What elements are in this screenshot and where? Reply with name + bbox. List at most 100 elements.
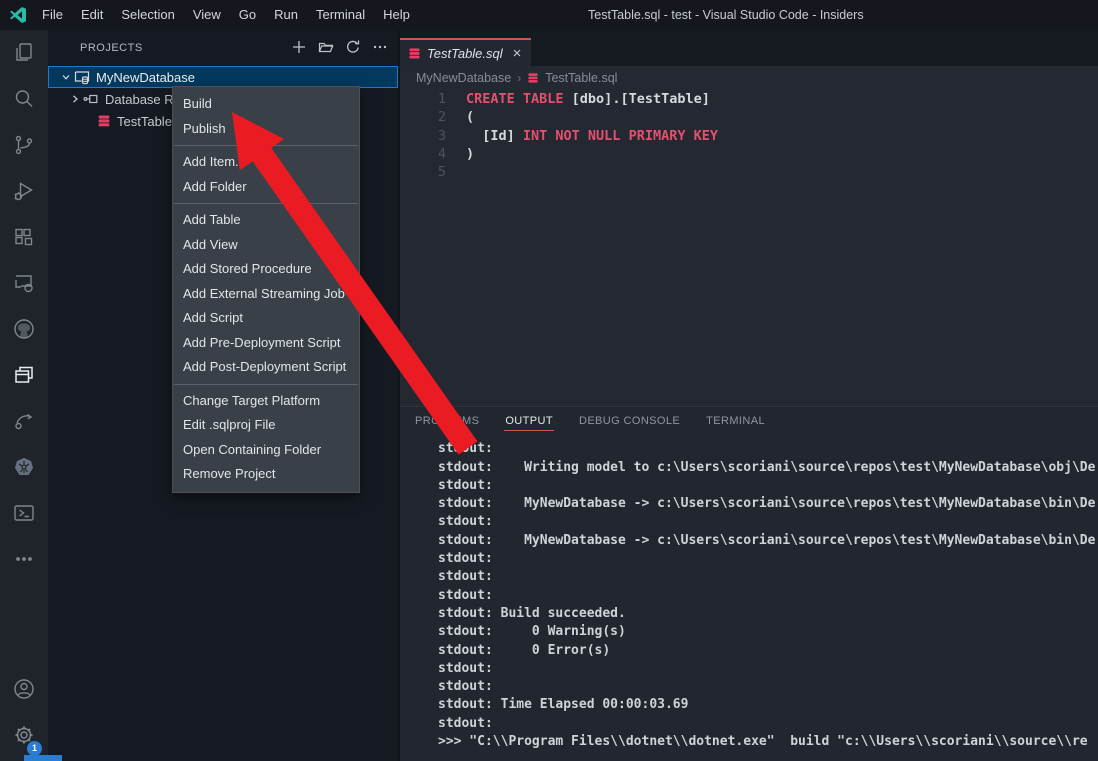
bottom-blue-strip <box>24 755 62 761</box>
menubar-item[interactable]: File <box>33 0 72 30</box>
output-line: stdout: <box>438 550 1098 568</box>
projects-view-icon[interactable] <box>0 352 48 398</box>
panel-tab[interactable]: DEBUG CONSOLE <box>578 410 681 431</box>
explorer-icon[interactable] <box>0 30 48 76</box>
code-line: 1 CREATE TABLE [dbo].[TestTable] <box>400 90 1098 108</box>
breadcrumb-separator-icon: › <box>517 71 521 85</box>
chevron-right-icon[interactable] <box>67 94 83 104</box>
more-actions-icon[interactable] <box>372 39 388 55</box>
powershell-icon[interactable] <box>0 490 48 536</box>
menubar-item[interactable]: Go <box>230 0 265 30</box>
context-menu-item[interactable]: Change Target Platform <box>173 389 359 414</box>
output-line: stdout: <box>438 477 1098 495</box>
output-line: >>> "C:\\Program Files\\dotnet\\dotnet.e… <box>438 733 1098 751</box>
context-menu-item[interactable]: Add Pre-Deployment Script <box>173 331 359 356</box>
pipelines-icon[interactable] <box>0 398 48 444</box>
tab-label: TestTable.sql <box>427 46 503 61</box>
context-menu-item[interactable]: Open Containing Folder <box>173 438 359 463</box>
menubar-item[interactable]: Run <box>265 0 307 30</box>
code-line: 5 <box>400 163 1098 181</box>
accounts-icon[interactable] <box>0 666 48 712</box>
refresh-icon[interactable] <box>345 39 361 55</box>
panel-tab[interactable]: PROBLEMS <box>414 410 480 431</box>
breadcrumb: MyNewDatabase › TestTable.sql <box>400 66 1098 90</box>
output-line: stdout: Writing model to c:\Users\scoria… <box>438 459 1098 477</box>
kubernetes-icon[interactable] <box>0 444 48 490</box>
menu-separator <box>174 145 358 146</box>
panel-tab[interactable]: TERMINAL <box>705 410 766 431</box>
output-console[interactable]: stdout:stdout:stdout: Writing model to c… <box>400 434 1098 761</box>
open-project-folder-icon[interactable] <box>318 39 334 55</box>
menubar-item[interactable]: Help <box>374 0 419 30</box>
output-line: stdout: 0 Error(s) <box>438 642 1098 660</box>
context-menu-item[interactable]: Add External Streaming Job <box>173 282 359 307</box>
database-file-icon <box>527 72 539 84</box>
breadcrumb-file[interactable]: TestTable.sql <box>545 71 617 85</box>
context-menu-item[interactable]: Add Post-Deployment Script <box>173 355 359 380</box>
menubar-item[interactable]: Terminal <box>307 0 374 30</box>
sidebar-editor-divider[interactable] <box>398 30 400 761</box>
context-menu-item[interactable]: Build <box>173 92 359 117</box>
context-menu-item[interactable]: Add Stored Procedure <box>173 257 359 282</box>
menubar-item[interactable]: Selection <box>112 0 183 30</box>
settings-badge: 1 <box>27 741 42 756</box>
run-and-debug-icon[interactable] <box>0 168 48 214</box>
reference-icon <box>83 92 99 106</box>
sidebar-header: PROJECTS <box>48 30 398 64</box>
line-number: 5 <box>400 163 466 181</box>
code-line: 3 [Id] INT NOT NULL PRIMARY KEY <box>400 127 1098 145</box>
output-line: stdout: <box>438 568 1098 586</box>
settings-gear-icon[interactable]: 1 <box>0 712 48 758</box>
context-menu-item[interactable]: Add Folder <box>173 175 359 200</box>
panel-tabs: PROBLEMS OUTPUT DEBUG CONSOLE TERMINAL <box>400 407 1098 434</box>
context-menu-item[interactable]: Add Script <box>173 306 359 331</box>
search-icon[interactable] <box>0 76 48 122</box>
output-line: stdout: <box>438 440 1098 458</box>
menu-separator <box>174 203 358 204</box>
more-views-icon[interactable] <box>0 536 48 582</box>
line-number: 3 <box>400 127 466 145</box>
output-line: stdout: Build succeeded. <box>438 605 1098 623</box>
sql-server-icon[interactable] <box>0 260 48 306</box>
project-context-menu: BuildPublish Add Item...Add Folder Add Tab… <box>172 86 360 493</box>
activity-bar: 1 <box>0 30 48 761</box>
output-line: stdout: Time Elapsed 00:00:03.69 <box>438 696 1098 714</box>
code-editor[interactable]: 1 CREATE TABLE [dbo].[TestTable] 2 ( 3 [… <box>400 90 1098 181</box>
extensions-icon[interactable] <box>0 214 48 260</box>
window-title: TestTable.sql - test - Visual Studio Cod… <box>588 0 864 30</box>
context-menu-item[interactable]: Publish <box>173 117 359 142</box>
database-project-icon <box>74 70 90 85</box>
menubar-item[interactable]: View <box>184 0 230 30</box>
sidebar-title: PROJECTS <box>80 42 143 54</box>
code-line: 4 ) <box>400 145 1098 163</box>
context-menu-item[interactable]: Add View <box>173 233 359 258</box>
github-icon[interactable] <box>0 306 48 352</box>
source-control-icon[interactable] <box>0 122 48 168</box>
add-project-icon[interactable] <box>291 39 307 55</box>
bottom-panel: PROBLEMS OUTPUT DEBUG CONSOLE TERMINAL stdo… <box>400 406 1098 761</box>
context-menu-item[interactable]: Add Item... <box>173 150 359 175</box>
context-menu-item[interactable]: Add Table <box>173 208 359 233</box>
tab-testtable-sql[interactable]: TestTable.sql × <box>400 38 531 66</box>
titlebar: FileEditSelectionViewGoRunTerminalHelp T… <box>0 0 1098 30</box>
output-line: stdout: <box>438 660 1098 678</box>
editor-tabstrip: TestTable.sql × <box>400 30 1098 66</box>
tree-item-label: MyNewDatabase <box>96 70 195 85</box>
tab-close-icon[interactable]: × <box>513 46 522 61</box>
menubar-item[interactable]: Edit <box>72 0 112 30</box>
output-line: stdout: <box>438 715 1098 733</box>
menu-separator <box>174 384 358 385</box>
breadcrumb-project[interactable]: MyNewDatabase <box>416 71 511 85</box>
vscode-insiders-logo <box>9 6 27 24</box>
line-number: 1 <box>400 90 466 108</box>
context-menu-item[interactable]: Remove Project <box>173 462 359 487</box>
line-number: 4 <box>400 145 466 163</box>
database-file-icon <box>408 47 421 60</box>
context-menu-item[interactable]: Edit .sqlproj File <box>173 413 359 438</box>
database-table-icon <box>97 114 111 128</box>
code-line: 2 ( <box>400 108 1098 126</box>
tree-item-project[interactable]: MyNewDatabase <box>48 66 398 88</box>
panel-tab[interactable]: OUTPUT <box>504 410 554 431</box>
line-number: 2 <box>400 108 466 126</box>
chevron-down-icon[interactable] <box>58 72 74 82</box>
